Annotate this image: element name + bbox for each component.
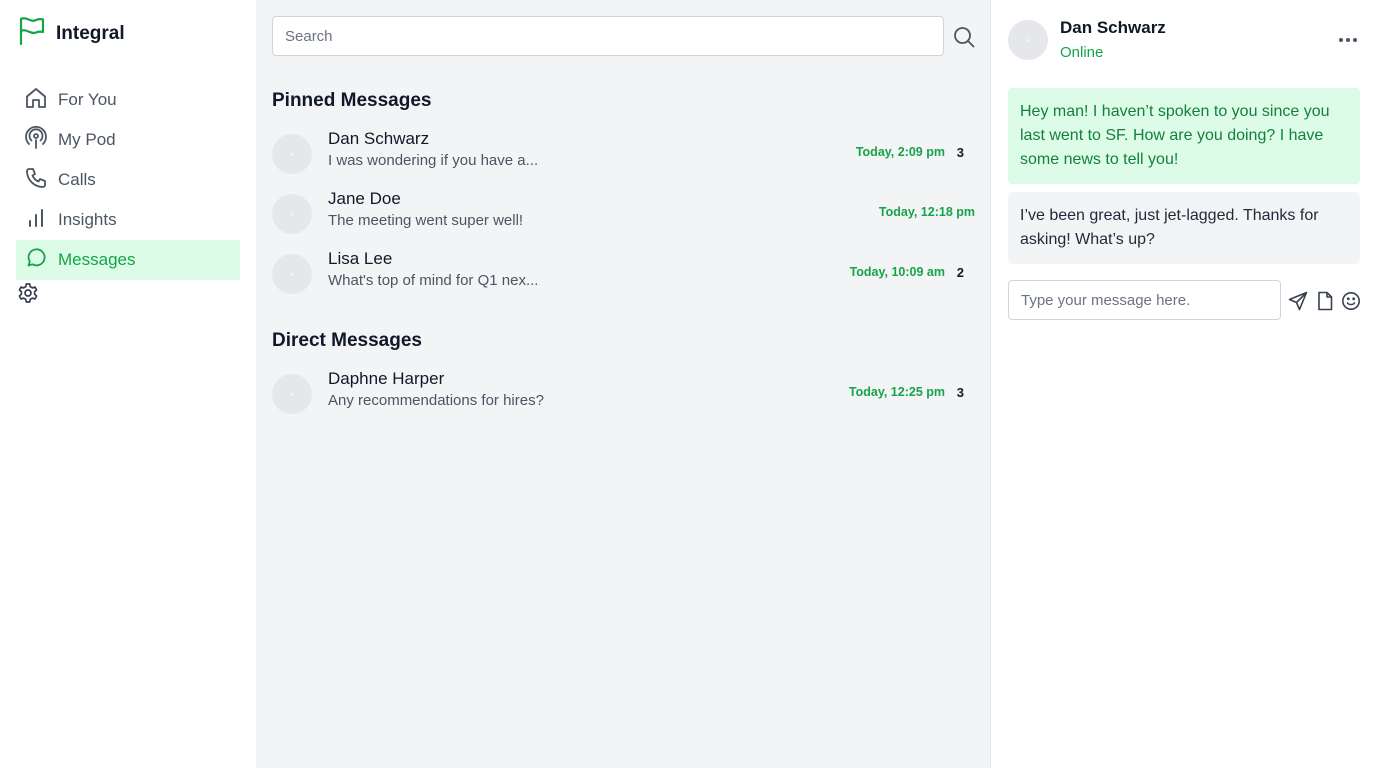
list-item[interactable]: Jane Doe The meeting went super well! To… (272, 186, 975, 242)
sidebar-item-my-pod[interactable]: My Pod (16, 120, 240, 160)
status-badge: Online (1060, 44, 1104, 61)
send-icon[interactable] (1288, 291, 1308, 316)
phone-icon (24, 166, 48, 195)
sidebar-item-label: Calls (58, 170, 96, 189)
unread-count-badge: 2 (956, 265, 964, 280)
avatar (272, 254, 312, 294)
chat-panel: Dan Schwarz Online Hey man! I haven’t sp… (992, 0, 1376, 768)
message-list-panel: Pinned Messages Dan Schwarz I was wonder… (256, 0, 991, 768)
sidebar-nav: For You My Pod Calls Insights Messages (16, 80, 240, 280)
message-preview: Any recommendations for hires? (328, 392, 544, 409)
avatar (272, 134, 312, 174)
sidebar-item-for-you[interactable]: For You (16, 80, 240, 120)
message-time: Today, 12:18 pm (878, 205, 975, 219)
sidebar-item-label: Messages (58, 250, 136, 269)
gear-icon[interactable] (16, 281, 40, 310)
search-input[interactable] (272, 16, 944, 56)
sidebar-item-label: For You (58, 90, 117, 109)
sidebar-item-messages[interactable]: Messages (16, 240, 240, 280)
more-options-icon[interactable] (1338, 30, 1358, 55)
contact-name: Daphne Harper (328, 369, 445, 388)
search-icon[interactable] (953, 26, 975, 53)
contact-name: Lisa Lee (328, 249, 393, 268)
direct-messages-heading: Direct Messages (272, 330, 422, 351)
message-preview: What's top of mind for Q1 nex... (328, 272, 539, 289)
list-item[interactable]: Dan Schwarz I was wondering if you have … (272, 126, 975, 182)
message-preview: The meeting went super well! (328, 212, 524, 229)
message-circle-icon (24, 246, 48, 275)
sidebar-item-label: My Pod (58, 130, 116, 149)
sidebar: Integral For You My Pod Calls Insights M… (0, 0, 256, 768)
message-time: Today, 10:09 am (849, 265, 945, 279)
message-input[interactable] (1008, 280, 1281, 320)
message-time: Today, 12:25 pm (848, 385, 945, 399)
sidebar-item-calls[interactable]: Calls (16, 160, 240, 200)
sidebar-item-insights[interactable]: Insights (16, 200, 240, 240)
message-time: Today, 2:09 pm (855, 145, 945, 159)
received-message-bubble: I’ve been great, just jet-lagged. Thanks… (1008, 192, 1360, 264)
home-icon (24, 86, 48, 115)
list-item[interactable]: Lisa Lee What's top of mind for Q1 nex..… (272, 246, 975, 302)
contact-name: Dan Schwarz (328, 129, 430, 148)
sidebar-item-label: Insights (58, 210, 117, 229)
brand-name: Integral (56, 22, 125, 44)
chat-contact-name: Dan Schwarz (1060, 18, 1166, 37)
avatar (272, 374, 312, 414)
file-icon[interactable] (1316, 291, 1334, 316)
brand[interactable]: Integral (18, 16, 125, 51)
flag-icon (18, 16, 46, 51)
message-preview: I was wondering if you have a... (328, 152, 539, 169)
emoji-icon[interactable] (1341, 291, 1361, 316)
podcast-icon (24, 125, 48, 155)
pinned-messages-heading: Pinned Messages (272, 90, 432, 111)
avatar (272, 194, 312, 234)
sent-message-bubble: Hey man! I haven’t spoken to you since y… (1008, 88, 1360, 184)
unread-count-badge: 3 (956, 385, 964, 400)
unread-count-badge: 3 (956, 145, 964, 160)
list-item[interactable]: Daphne Harper Any recommendations for hi… (272, 366, 975, 422)
bar-chart-icon (24, 206, 48, 235)
avatar[interactable] (1008, 20, 1048, 60)
contact-name: Jane Doe (328, 189, 401, 208)
